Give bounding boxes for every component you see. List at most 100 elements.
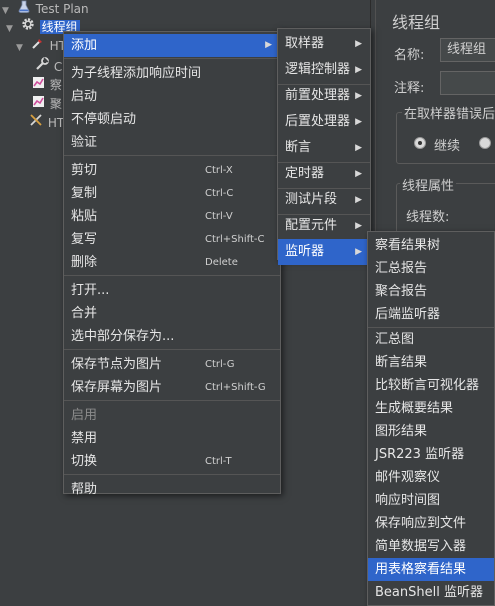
continue-radio-label: 继续 [434,139,461,154]
context-menu-item[interactable]: 合并 [64,302,280,325]
shortcut-text: Ctrl-G [205,359,235,370]
context-menu-item[interactable]: 复写 Ctrl+Shift-C [64,228,280,251]
add-menu-item-label: 测试片段 [285,192,338,207]
context-menu-item[interactable]: 复制 Ctrl-C [64,182,280,205]
add-menu-item[interactable]: 后置处理器 ▶ [278,109,370,135]
listener-menu-item-label: 汇总报告 [375,261,428,276]
listener-menu-item[interactable]: 比较断言可视化器 [368,374,494,397]
listener-menu-item[interactable]: 聚合报告 [368,280,494,303]
listener-menu-item[interactable]: 汇总图 [368,328,494,351]
listener-menu-item[interactable]: 断言结果 [368,351,494,374]
context-menu-item[interactable]: 保存节点为图片 Ctrl-G [64,353,280,376]
add-menu-item[interactable]: 断言 ▶ [278,135,370,161]
context-menu-item[interactable]: 不停顿启动 [64,108,280,131]
context-menu-item[interactable]: 启动 [64,85,280,108]
comment-label: 注释: [394,81,425,96]
context-menu-item[interactable]: 剪切 Ctrl-X [64,159,280,182]
context-menu-item[interactable]: 验证 [64,131,280,154]
menu-separator [64,155,280,156]
context-menu-item-label: 剪切 [71,163,98,178]
context-menu-item[interactable]: 粘贴 Ctrl-V [64,205,280,228]
shortcut-text: Ctrl-T [205,456,232,467]
add-menu-item-label: 监听器 [285,244,325,259]
shortcut-text: Ctrl-V [205,211,233,222]
context-menu: 添加 ▶ 为子线程添加响应时间启动不停顿启动验证剪切 Ctrl-X 复制 Ctrl-C 粘贴… [63,31,281,497]
add-menu-item[interactable]: 取样器 ▶ [278,31,370,57]
tree-node-listener-2[interactable]: 聚 [30,95,62,112]
listener-menu-item[interactable]: 后端监听器 [368,303,494,326]
context-menu-item[interactable]: 删除 Delete [64,251,280,274]
listener-menu-item-label: 聚合报告 [375,284,428,299]
submenu-arrow-icon: ▶ [355,143,362,153]
menu-separator [64,474,280,475]
error-action-title: 在取样器错误后要 [402,103,495,122]
tree-node-http-1[interactable]: ▼ HT [16,37,66,54]
context-menu-item[interactable]: 添加 ▶ [64,34,280,57]
tree-label-fragment: HT [47,116,65,130]
add-menu-item[interactable]: 前置处理器 ▶ [278,83,370,109]
listener-menu-item[interactable]: JSR223 监听器 [368,443,494,466]
add-menu-item[interactable]: 逻辑控制器 ▶ [278,57,370,83]
add-submenu: 取样器 ▶ 逻辑控制器 ▶ 前置处理器 ▶ 后置处理器 ▶ 断言 ▶ 定时器 ▶ 测试片段 ▶ 配置元件 ▶ 监… [277,28,371,265]
listener-menu-item[interactable]: 邮件观察仪 [368,466,494,489]
name-label: 名称: [394,48,425,63]
editor-title: 线程组 [392,13,441,32]
add-menu-item[interactable]: 定时器 ▶ [278,161,370,187]
shortcut-text: Ctrl-X [205,165,233,176]
tree-node-listener-1[interactable]: 察 [30,76,62,93]
context-menu-item-label: 添加 [71,38,98,53]
context-menu-item-label: 禁用 [71,431,98,446]
submenu-arrow-icon: ▶ [355,91,362,101]
menu-separator [64,349,280,350]
tree-node-config[interactable]: C [34,57,62,74]
listener-menu-item[interactable]: 响应时间图 [368,489,494,512]
listener-menu-item[interactable]: 简单数据写入器 [368,535,494,558]
context-menu-item[interactable]: 保存屏幕为图片 Ctrl+Shift-G [64,376,280,399]
collapse-toggle-icon[interactable]: ▼ [16,40,26,57]
context-menu-item-label: 不停顿启动 [71,112,137,127]
context-menu-item[interactable]: 切换 Ctrl-T [64,450,280,473]
tree-node-test-plan[interactable]: ▼ Test Plan [2,0,89,17]
add-menu-item[interactable]: 配置元件 ▶ [278,213,370,239]
menu-separator [64,400,280,401]
listener-menu-item[interactable]: 用表格察看结果 [368,558,494,581]
listener-menu-item-label: 简单数据写入器 [375,539,467,554]
listener-menu-item-label: 保存响应到文件 [375,516,467,531]
context-menu-item-label: 保存屏幕为图片 [71,380,163,395]
listener-menu-item[interactable]: 汇总报告 [368,257,494,280]
tree-label-fragment: 聚 [49,97,62,111]
name-field[interactable]: 线程组 [440,38,495,62]
listener-menu-item[interactable]: 图形结果 [368,420,494,443]
context-menu-item-label: 为子线程添加响应时间 [71,66,202,81]
continue-radio[interactable] [414,137,426,149]
add-menu-item-label: 取样器 [285,36,325,51]
start-next-loop-radio[interactable] [479,137,491,149]
comment-field[interactable] [440,71,495,95]
graph-icon [30,76,46,94]
context-menu-item[interactable]: 打开... [64,279,280,302]
context-menu-item[interactable]: 选中部分保存为... [64,325,280,348]
listener-menu-item-label: 生成概要结果 [375,401,454,416]
context-menu-item-label: 切换 [71,454,98,469]
add-menu-item-label: 逻辑控制器 [285,62,351,77]
listener-menu-item[interactable]: 保存响应到文件 [368,512,494,535]
submenu-arrow-icon: ▶ [355,221,362,231]
tree-node-http-2[interactable]: HT [28,113,64,130]
listener-menu-item[interactable]: 察看结果树 [368,234,494,257]
gear-icon [20,17,36,36]
context-menu-item[interactable]: 启用 [64,404,280,427]
listener-menu-item-label: 图形结果 [375,424,428,439]
context-menu-item[interactable]: 帮助 [64,478,280,501]
listener-menu-item-label: BeanShell 监听器 [375,585,483,600]
add-menu-item[interactable]: 测试片段 ▶ [278,187,370,213]
tree-label-fragment: 察 [49,78,62,92]
listener-menu-item[interactable]: BeanShell 监听器 [368,581,494,604]
context-menu-item[interactable]: 为子线程添加响应时间 [64,62,280,85]
listener-menu-item[interactable]: 生成概要结果 [368,397,494,420]
menu-separator [64,275,280,276]
listener-menu-item-label: 后端监听器 [375,307,441,322]
submenu-arrow-icon: ▶ [265,40,272,50]
collapse-toggle-icon[interactable]: ▼ [6,21,16,38]
context-menu-item[interactable]: 禁用 [64,427,280,450]
add-menu-item[interactable]: 监听器 ▶ [278,239,370,265]
